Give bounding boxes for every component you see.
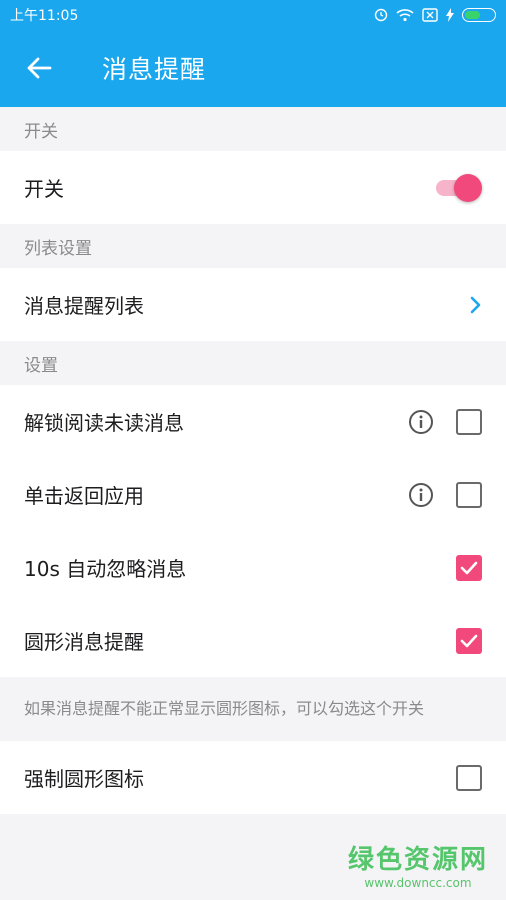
status-bar: 上午11:05 [0,0,506,29]
checkbox-unlock-read[interactable] [456,408,482,435]
battery-fill [465,10,481,19]
force-circle-note: 如果消息提醒不能正常显示圆形图标，可以勾选这个开关 [24,699,425,718]
reminder-list-label: 消息提醒列表 [24,294,144,318]
setting-row-click-return[interactable]: 单击返回应用 [0,458,506,531]
info-icon[interactable] [408,482,434,508]
no-sim-icon [422,7,438,22]
setting-label: 强制圆形图标 [24,767,144,791]
status-time: 上午11:05 [10,7,79,24]
arrow-left-icon [27,57,52,79]
setting-label: 10s 自动忽略消息 [24,557,187,581]
info-icon[interactable] [408,409,434,435]
setting-row-unlock-read[interactable]: 解锁阅读未读消息 [0,385,506,458]
chevron-right-icon [458,296,482,314]
switch-row[interactable]: 开关 [0,151,506,224]
checkbox-auto-ignore[interactable] [456,554,482,581]
back-button[interactable] [0,29,78,107]
checkbox-click-return[interactable] [456,481,482,508]
setting-row-circle-reminder[interactable]: 圆形消息提醒 [0,604,506,677]
master-toggle[interactable] [436,173,482,202]
checkmark-icon [460,634,478,647]
watermark-url: www.downcc.com [364,876,472,890]
status-icons [374,7,496,22]
setting-label: 圆形消息提醒 [24,630,144,654]
wifi-icon [396,8,414,21]
watermark-title: 绿色资源网 [347,845,488,875]
checkbox-circle-reminder[interactable] [456,627,482,654]
setting-row-force-circle[interactable]: 强制圆形图标 [0,741,506,814]
page-title: 消息提醒 [102,55,207,84]
switch-card: 开关 [0,151,506,224]
charging-icon [446,7,454,22]
section-header-list: 列表设置 [24,238,92,259]
section-header-switch: 开关 [24,121,58,142]
app-bar: 消息提醒 [0,29,506,107]
checkbox-force-circle[interactable] [456,764,482,791]
checkmark-icon [460,561,478,574]
force-card: 强制圆形图标 [0,741,506,814]
switch-label: 开关 [24,177,64,201]
alarm-icon [374,8,388,21]
setting-row-auto-ignore[interactable]: 10s 自动忽略消息 [0,531,506,604]
watermark: 绿色资源网 www.downcc.com [348,839,488,890]
settings-card: 解锁阅读未读消息 单击返回应用 10s 自动忽略消息 圆形消息提醒 [0,385,506,677]
reminder-list-row[interactable]: 消息提醒列表 [0,268,506,341]
section-header-settings: 设置 [24,355,58,376]
battery-icon [462,7,496,22]
setting-label: 单击返回应用 [24,484,144,508]
list-card: 消息提醒列表 [0,268,506,341]
setting-label: 解锁阅读未读消息 [24,411,184,435]
toggle-thumb [454,173,482,202]
